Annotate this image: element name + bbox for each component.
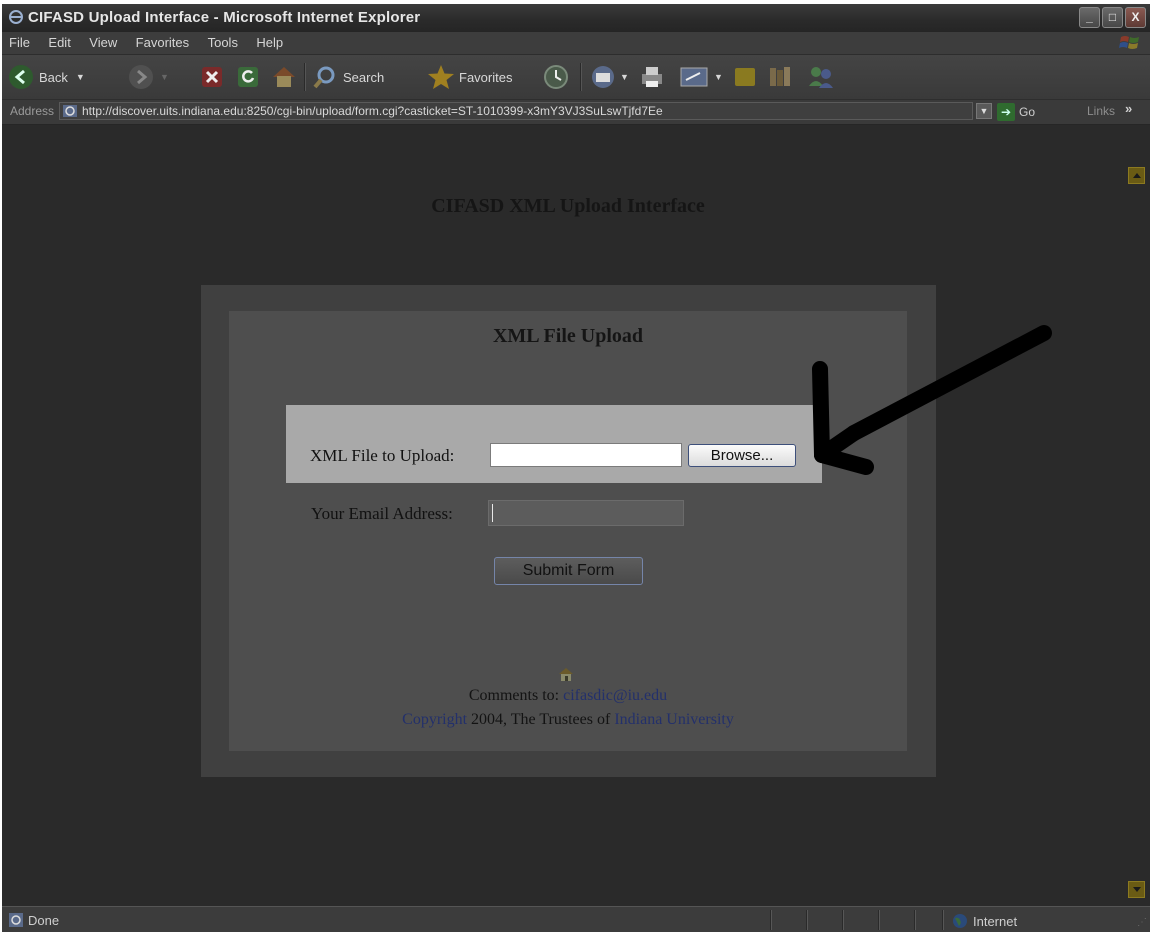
forward-arrow-icon [129,65,153,89]
copyright-link[interactable]: Copyright [402,711,467,728]
mail-dropdown-icon: ▼ [620,72,629,82]
home-icon[interactable] [558,666,574,682]
star-icon [428,65,454,89]
status-divider [770,910,772,930]
text-caret [492,504,493,522]
submit-button[interactable]: Submit Form [494,557,643,585]
close-button[interactable]: X [1125,7,1146,28]
edit-page-icon [680,67,708,87]
page-content: CIFASD XML Upload Interface XML File Upl… [2,125,1150,906]
print-button[interactable] [638,61,666,93]
messenger-button[interactable] [806,61,836,93]
menu-view[interactable]: View [82,32,124,50]
back-button[interactable]: Back ▼ [8,61,85,93]
menu-help[interactable]: Help [249,32,290,50]
copyright-line: Copyright 2004, The Trustees of Indiana … [229,711,907,729]
refresh-icon [238,67,258,87]
research-button[interactable] [766,61,796,93]
scroll-up-arrow-icon[interactable] [1128,167,1145,184]
address-bar: Address http://discover.uits.indiana.edu… [2,100,1150,125]
favorites-button[interactable]: Favorites [426,61,512,93]
search-label: Search [343,69,385,85]
security-zone: Internet [952,913,1017,929]
toolbar-separator [580,63,582,91]
history-icon [544,65,568,89]
email-label: Your Email Address: [311,504,453,523]
menu-file[interactable]: File [2,32,37,50]
file-upload-label: XML File to Upload: [310,446,455,465]
browser-window: CIFASD Upload Interface - Microsoft Inte… [2,4,1150,932]
file-upload-row: XML File to Upload: Browse... [286,405,822,483]
standard-toolbar: Back ▼ ▼ Search Favorites ▼ ▼ [2,55,1150,100]
stop-icon [202,67,222,87]
status-divider [942,910,944,930]
home-toolbar-icon [273,67,295,87]
status-divider [842,910,844,930]
address-input[interactable]: http://discover.uits.indiana.edu:8250/cg… [59,102,973,120]
back-label: Back [39,69,68,85]
comments-line: Comments to: cifasdic@iu.edu [229,687,907,705]
note-icon [735,68,755,86]
search-button[interactable]: Search [312,61,384,93]
indiana-university-link[interactable]: Indiana University [614,711,734,728]
zone-label: Internet [973,913,1018,929]
menu-favorites[interactable]: Favorites [129,32,196,50]
ie-logo-icon [9,10,23,24]
status-bar: Done Internet ⋰ [2,906,1150,932]
toolbar-separator [304,63,306,91]
resize-grip-icon[interactable]: ⋰ [1137,917,1147,928]
window-controls: _ □ X [1079,7,1146,28]
comments-prefix: Comments to: [468,687,560,704]
edit-button[interactable]: ▼ [678,61,723,93]
comments-email-link[interactable]: cifasdic@iu.edu [563,687,667,704]
mail-icon [592,66,614,88]
menu-edit[interactable]: Edit [41,32,77,50]
go-button[interactable]: ➔ Go [997,102,1035,122]
back-arrow-icon [9,65,33,89]
title-bar: CIFASD Upload Interface - Microsoft Inte… [2,4,1150,33]
menu-tools[interactable]: Tools [201,32,245,50]
forward-dropdown-icon: ▼ [160,72,169,82]
address-label: Address [10,104,55,118]
file-path-input[interactable] [490,443,682,467]
printer-icon [642,67,662,87]
status-divider [878,910,880,930]
home-button[interactable] [270,61,298,93]
messenger-people-icon [809,67,833,88]
scroll-down-arrow-icon[interactable] [1128,881,1145,898]
forward-button[interactable]: ▼ [128,61,169,93]
page-status-icon [9,913,23,927]
search-icon [313,66,335,89]
edit-dropdown-icon: ▼ [714,72,723,82]
refresh-button[interactable] [236,61,260,93]
address-url: http://discover.uits.indiana.edu:8250/cg… [82,104,663,118]
stop-button[interactable] [200,61,224,93]
page-icon [63,105,77,117]
status-text: Done [28,913,60,928]
menu-bar: File Edit View Favorites Tools Help [2,32,1150,55]
links-button[interactable]: Links [1087,104,1115,118]
windows-logo-icon [1119,36,1139,49]
annotation-arrow-icon [812,325,1052,475]
mail-button[interactable]: ▼ [590,61,629,93]
window-title: CIFASD Upload Interface - Microsoft Inte… [28,9,421,26]
status-divider [914,910,916,930]
go-label: Go [1019,105,1036,119]
back-dropdown-icon: ▼ [75,72,85,82]
browse-button[interactable]: Browse... [688,444,796,467]
favorites-label: Favorites [459,69,513,85]
page-title: CIFASD XML Upload Interface [431,195,705,217]
status-divider [806,910,808,930]
globe-icon [953,914,967,928]
minimize-button[interactable]: _ [1079,7,1100,28]
maximize-button[interactable]: □ [1102,7,1123,28]
discuss-button[interactable] [732,61,758,93]
go-arrow-icon: ➔ [997,103,1015,121]
books-icon [770,67,790,86]
copyright-text: 2004, The Trustees of [471,711,611,728]
history-button[interactable] [542,61,570,93]
email-input[interactable] [488,500,684,526]
links-chevron-icon[interactable]: » [1125,101,1132,116]
address-dropdown-icon[interactable]: ▼ [976,103,992,119]
